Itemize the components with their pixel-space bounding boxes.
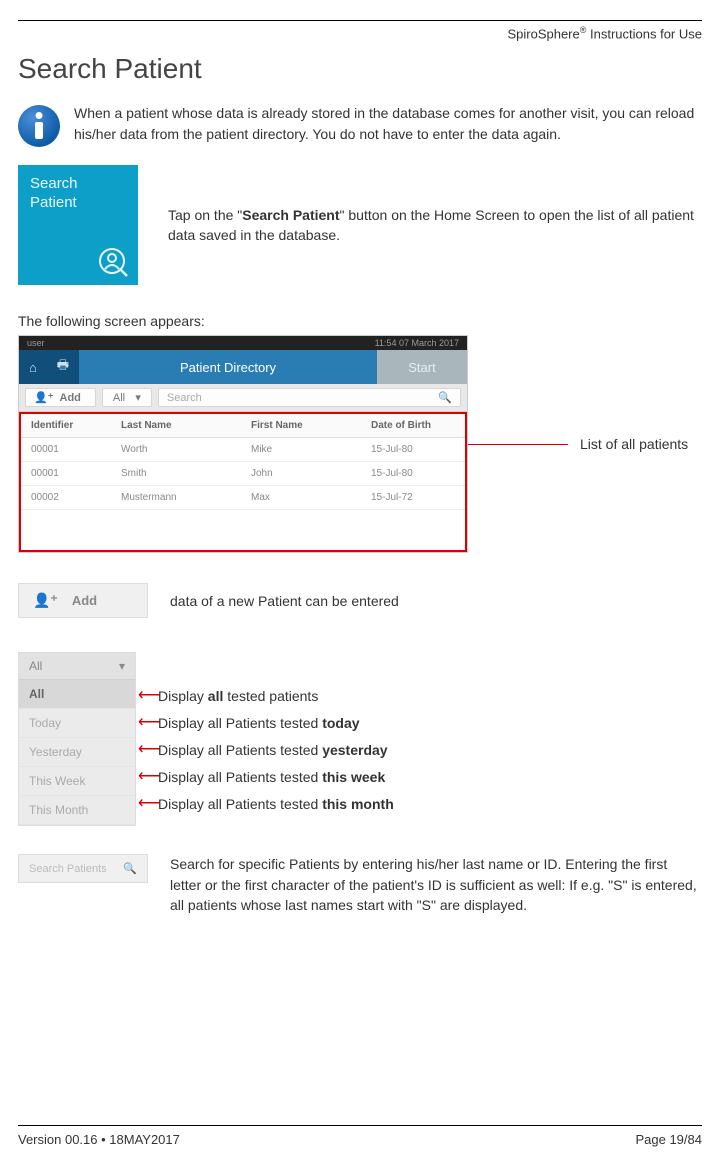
search-icon: 🔍: [438, 391, 452, 404]
col-firstname: First Name: [251, 420, 371, 431]
filter-desc-yesterday: ⟵Display all Patients tested yesterday: [136, 736, 394, 763]
callout-list-label: List of all patients: [580, 436, 688, 452]
page-title: Search Patient: [18, 53, 702, 85]
filter-desc-today: ⟵Display all Patients tested today: [136, 709, 394, 736]
intro-note: When a patient whose data is already sto…: [74, 103, 702, 144]
filter-dropdown-widget[interactable]: All ▾ All Today Yesterday This Week This…: [18, 652, 136, 826]
callout-connector: [468, 444, 568, 445]
arrow-icon: ⟵: [138, 796, 154, 812]
person-plus-icon: 👤⁺: [33, 592, 58, 609]
product-name: SpiroSphere: [507, 26, 579, 41]
patient-directory-screenshot: user 11:54 07 March 2017 ⌂ 🖶 Patient Dir…: [18, 335, 468, 553]
search-patient-tile[interactable]: Search Patient: [18, 165, 138, 285]
arrow-icon: ⟵: [138, 715, 154, 731]
chevron-down-icon: ▾: [119, 659, 125, 673]
search-icon: 🔍: [123, 862, 137, 875]
patient-list-highlight: Identifier Last Name First Name Date of …: [19, 412, 467, 552]
person-plus-icon: 👤⁺: [34, 391, 54, 404]
ss-title: Patient Directory: [79, 350, 377, 384]
ss-user-label: user: [27, 338, 45, 348]
info-icon: [18, 105, 60, 147]
print-icon[interactable]: 🖶: [57, 356, 69, 378]
filter-option-thisweek[interactable]: This Week: [19, 767, 135, 796]
ss-filter-dropdown[interactable]: All▾: [102, 388, 152, 407]
filter-desc-all: ⟵Display all tested patients: [136, 682, 394, 709]
home-icon[interactable]: ⌂: [29, 360, 37, 375]
filter-option-thismonth[interactable]: This Month: [19, 796, 135, 825]
footer-version: Version 00.16 • 18MAY2017: [18, 1132, 180, 1147]
add-button-widget[interactable]: 👤⁺ Add: [18, 583, 148, 618]
filter-option-today[interactable]: Today: [19, 709, 135, 738]
col-dob: Date of Birth: [371, 420, 455, 431]
tile-line2: Patient: [30, 194, 126, 213]
arrow-icon: ⟵: [138, 769, 154, 785]
footer-page: Page 19/84: [635, 1132, 702, 1147]
search-input-widget[interactable]: Search Patients 🔍: [18, 854, 148, 883]
filter-option-all[interactable]: All: [19, 680, 135, 709]
arrow-icon: ⟵: [138, 688, 154, 704]
ss-search-input[interactable]: Search🔍: [158, 388, 461, 407]
ss-nav-icons[interactable]: ⌂ 🖶: [19, 350, 79, 384]
doc-header: SpiroSphere® Instructions for Use: [18, 25, 702, 41]
table-row[interactable]: 00002 Mustermann Max 15-Jul-72: [21, 486, 465, 510]
col-lastname: Last Name: [121, 420, 251, 431]
filter-desc-thisweek: ⟵Display all Patients tested this week: [136, 763, 394, 790]
add-label: Add: [72, 593, 97, 608]
tile-description: Tap on the "Search Patient" button on th…: [168, 205, 702, 246]
search-description: Search for specific Patients by entering…: [170, 854, 702, 915]
search-placeholder: Search Patients: [29, 863, 107, 875]
person-search-icon: [98, 247, 128, 277]
add-description: data of a new Patient can be entered: [170, 593, 399, 609]
arrow-icon: ⟵: [138, 742, 154, 758]
ss-add-button[interactable]: 👤⁺ Add: [25, 388, 96, 407]
col-identifier: Identifier: [31, 420, 121, 431]
filter-option-yesterday[interactable]: Yesterday: [19, 738, 135, 767]
table-row[interactable]: 00001 Smith John 15-Jul-80: [21, 462, 465, 486]
ss-start-button[interactable]: Start: [377, 350, 467, 384]
ss-datetime: 11:54 07 March 2017: [375, 338, 459, 348]
doc-subtitle: Instructions for Use: [586, 26, 702, 41]
filter-selected: All: [29, 659, 42, 673]
following-text: The following screen appears:: [18, 313, 702, 329]
filter-desc-thismonth: ⟵Display all Patients tested this month: [136, 790, 394, 817]
tile-line1: Search: [30, 175, 126, 194]
chevron-down-icon: ▾: [135, 391, 141, 404]
table-row[interactable]: 00001 Worth Mike 15-Jul-80: [21, 438, 465, 462]
